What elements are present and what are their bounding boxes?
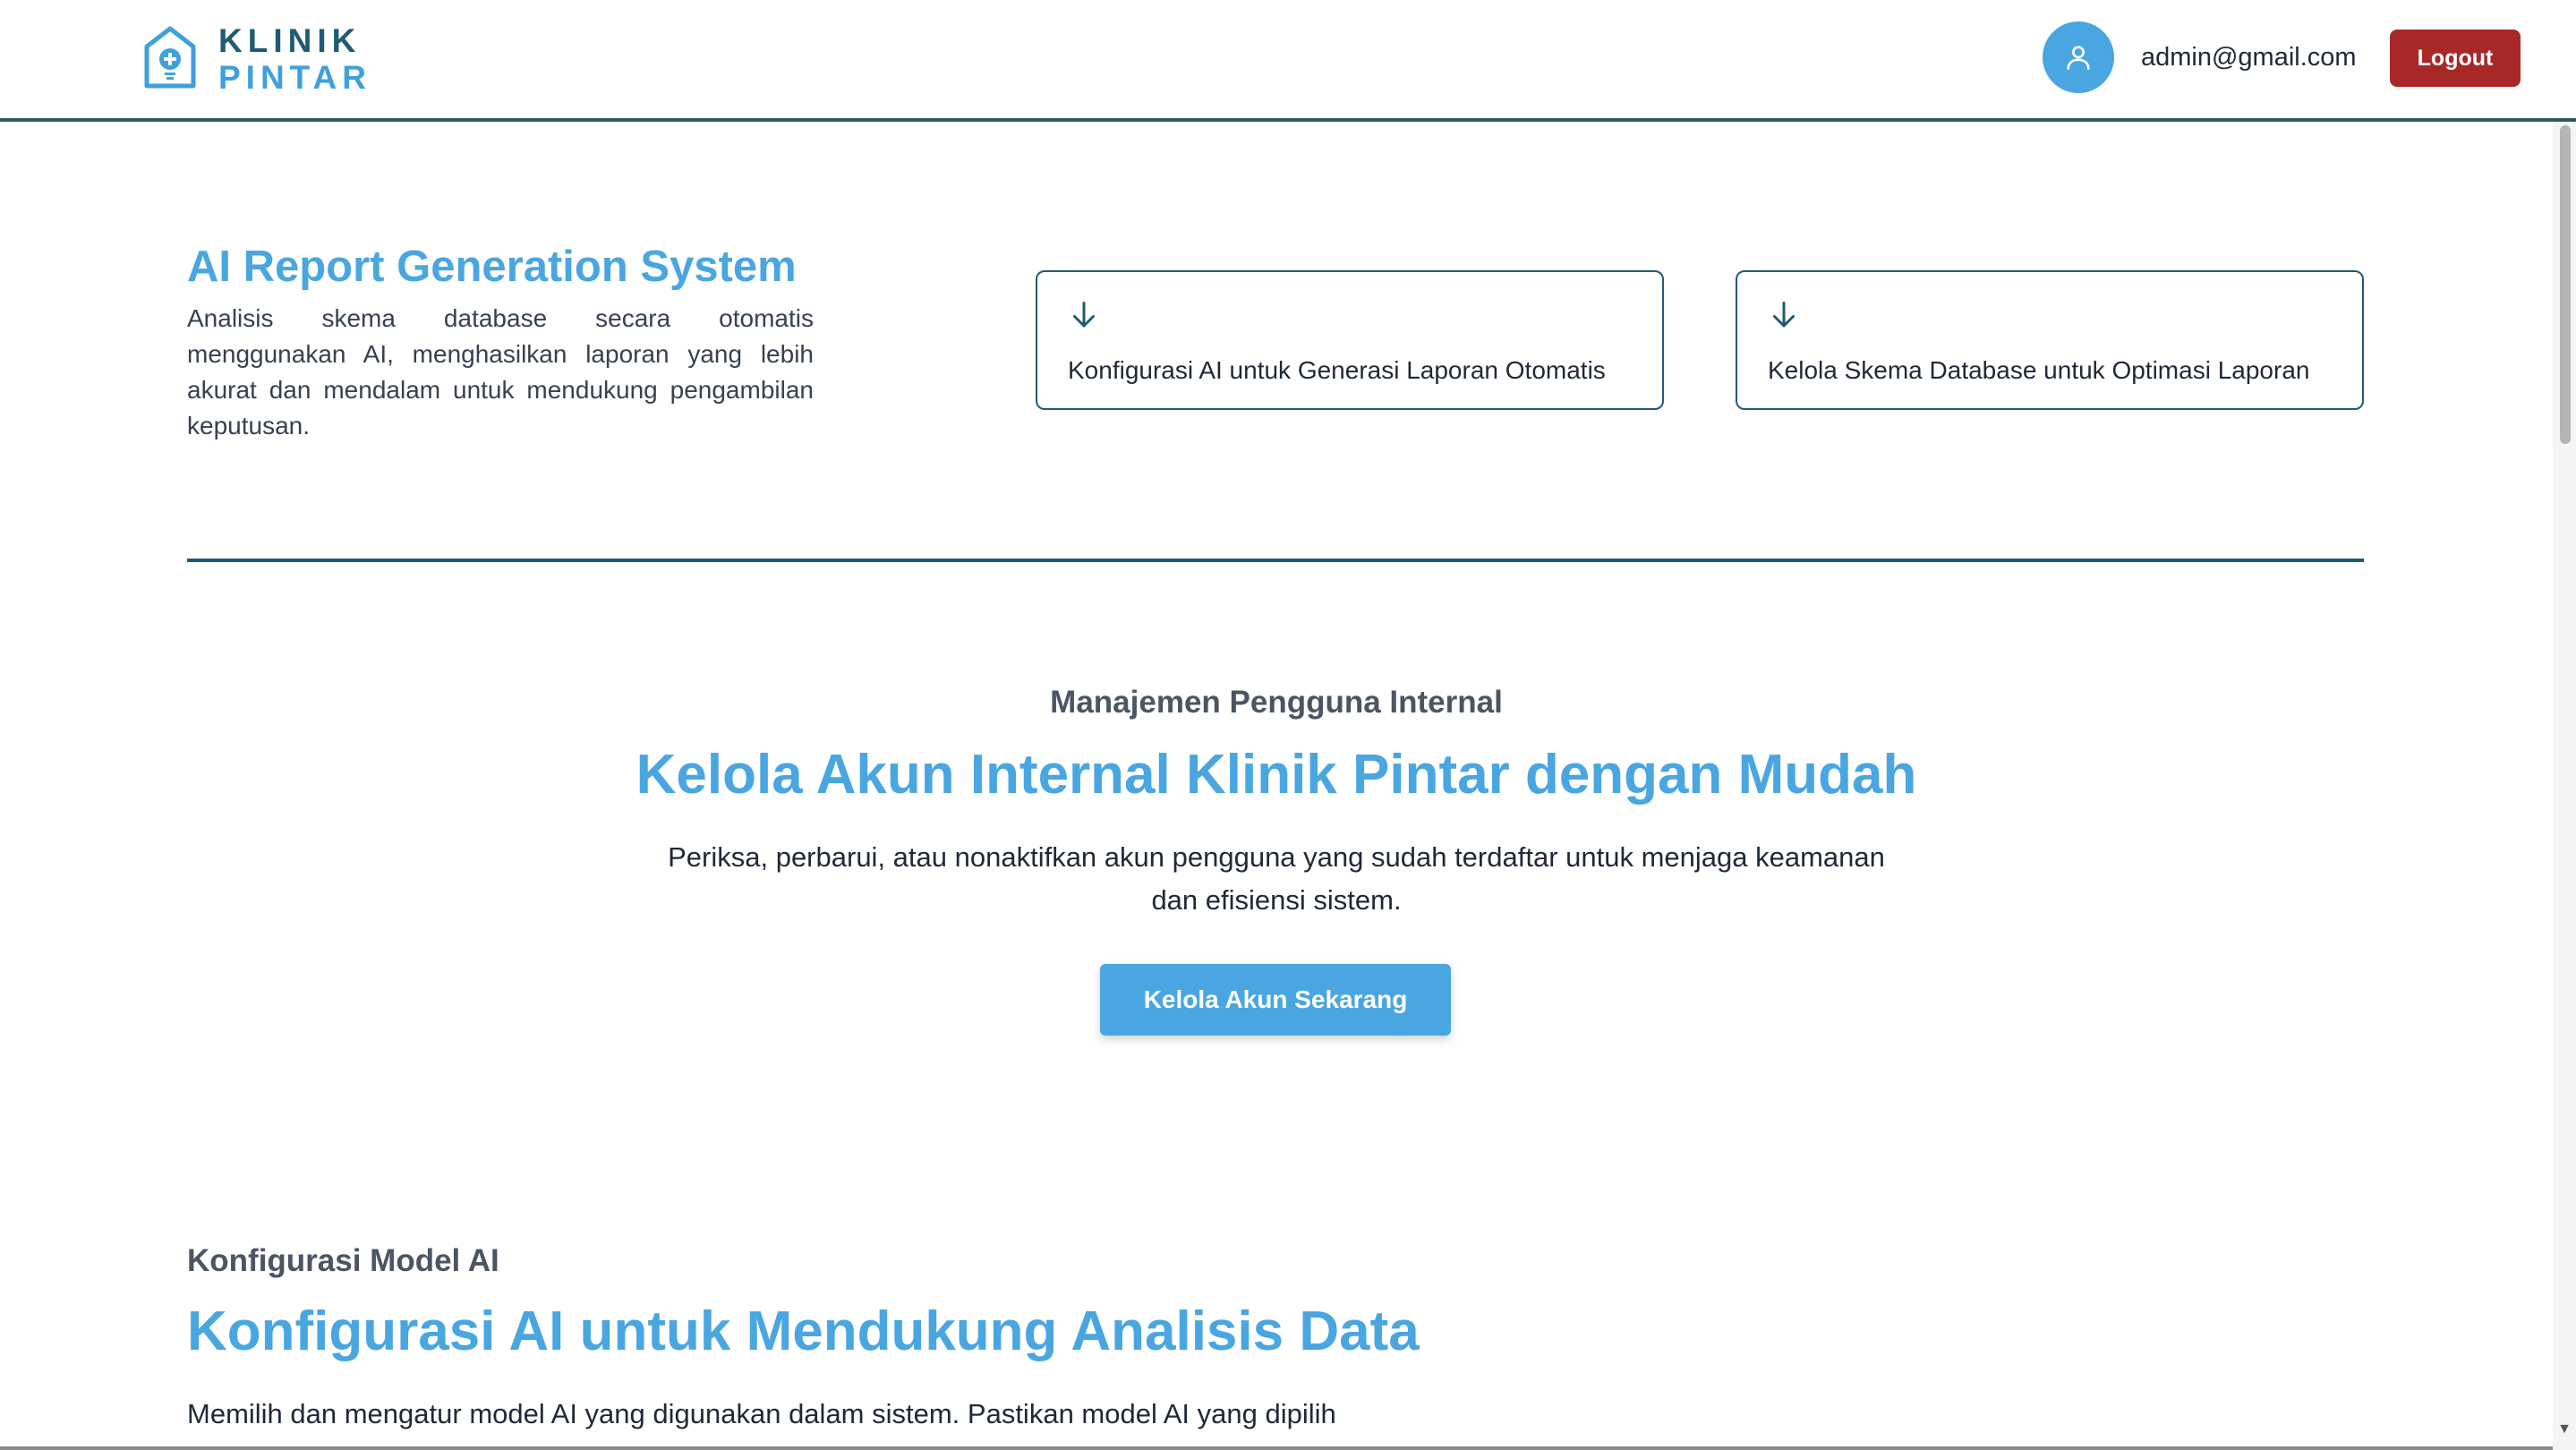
- user-management-description: Periksa, perbarui, atau nonaktifkan akun…: [668, 841, 1885, 916]
- user-icon: [2067, 46, 2090, 71]
- logo[interactable]: KLINIK PINTAR: [141, 24, 371, 94]
- arrow-down-icon: [1773, 302, 1795, 328]
- window-bottom-edge: [0, 1446, 2553, 1450]
- logo-line-2: PINTAR: [218, 59, 371, 96]
- top-header: KLINIK PINTAR admin@gmail.com Logout: [0, 0, 2576, 122]
- user-email: admin@gmail.com: [2141, 43, 2357, 72]
- section-divider: [187, 559, 2364, 562]
- card-label: Kelola Skema Database untuk Optimasi Lap…: [1768, 356, 2310, 384]
- scrollbar-thumb[interactable]: [2560, 125, 2571, 444]
- user-management-title: Kelola Akun Internal Klinik Pintar denga…: [635, 744, 1917, 806]
- user-management-subtitle: Manajemen Pengguna Internal: [1050, 685, 1503, 720]
- page-scrollbar[interactable]: ▼: [2553, 122, 2576, 1450]
- clinic-logo-icon: [144, 26, 196, 89]
- card-database-schema[interactable]: Kelola Skema Database untuk Optimasi Lap…: [1736, 270, 2364, 410]
- model-config-title: Konfigurasi AI untuk Mendukung Analisis …: [187, 1301, 1420, 1362]
- ai-section-title: AI Report Generation System: [187, 243, 797, 291]
- manage-accounts-button[interactable]: Kelola Akun Sekarang: [1100, 964, 1451, 1036]
- model-config-subtitle: Konfigurasi Model AI: [187, 1243, 499, 1278]
- model-config-description: Memilih dan mengatur model AI yang digun…: [187, 1398, 1336, 1429]
- logo-text: KLINIK PINTAR: [218, 24, 371, 94]
- card-label: Konfigurasi AI untuk Generasi Laporan Ot…: [1068, 356, 1606, 384]
- user-avatar[interactable]: [2043, 21, 2114, 93]
- ai-section-description: Analisis skema database secara otomatis …: [187, 304, 814, 439]
- logout-button[interactable]: Logout: [2390, 30, 2521, 87]
- arrow-down-icon: [1073, 302, 1095, 328]
- logo-line-1: KLINIK: [218, 22, 362, 59]
- card-ai-configuration[interactable]: Konfigurasi AI untuk Generasi Laporan Ot…: [1036, 270, 1664, 410]
- scroll-down-arrow-icon[interactable]: ▼: [2556, 1421, 2572, 1437]
